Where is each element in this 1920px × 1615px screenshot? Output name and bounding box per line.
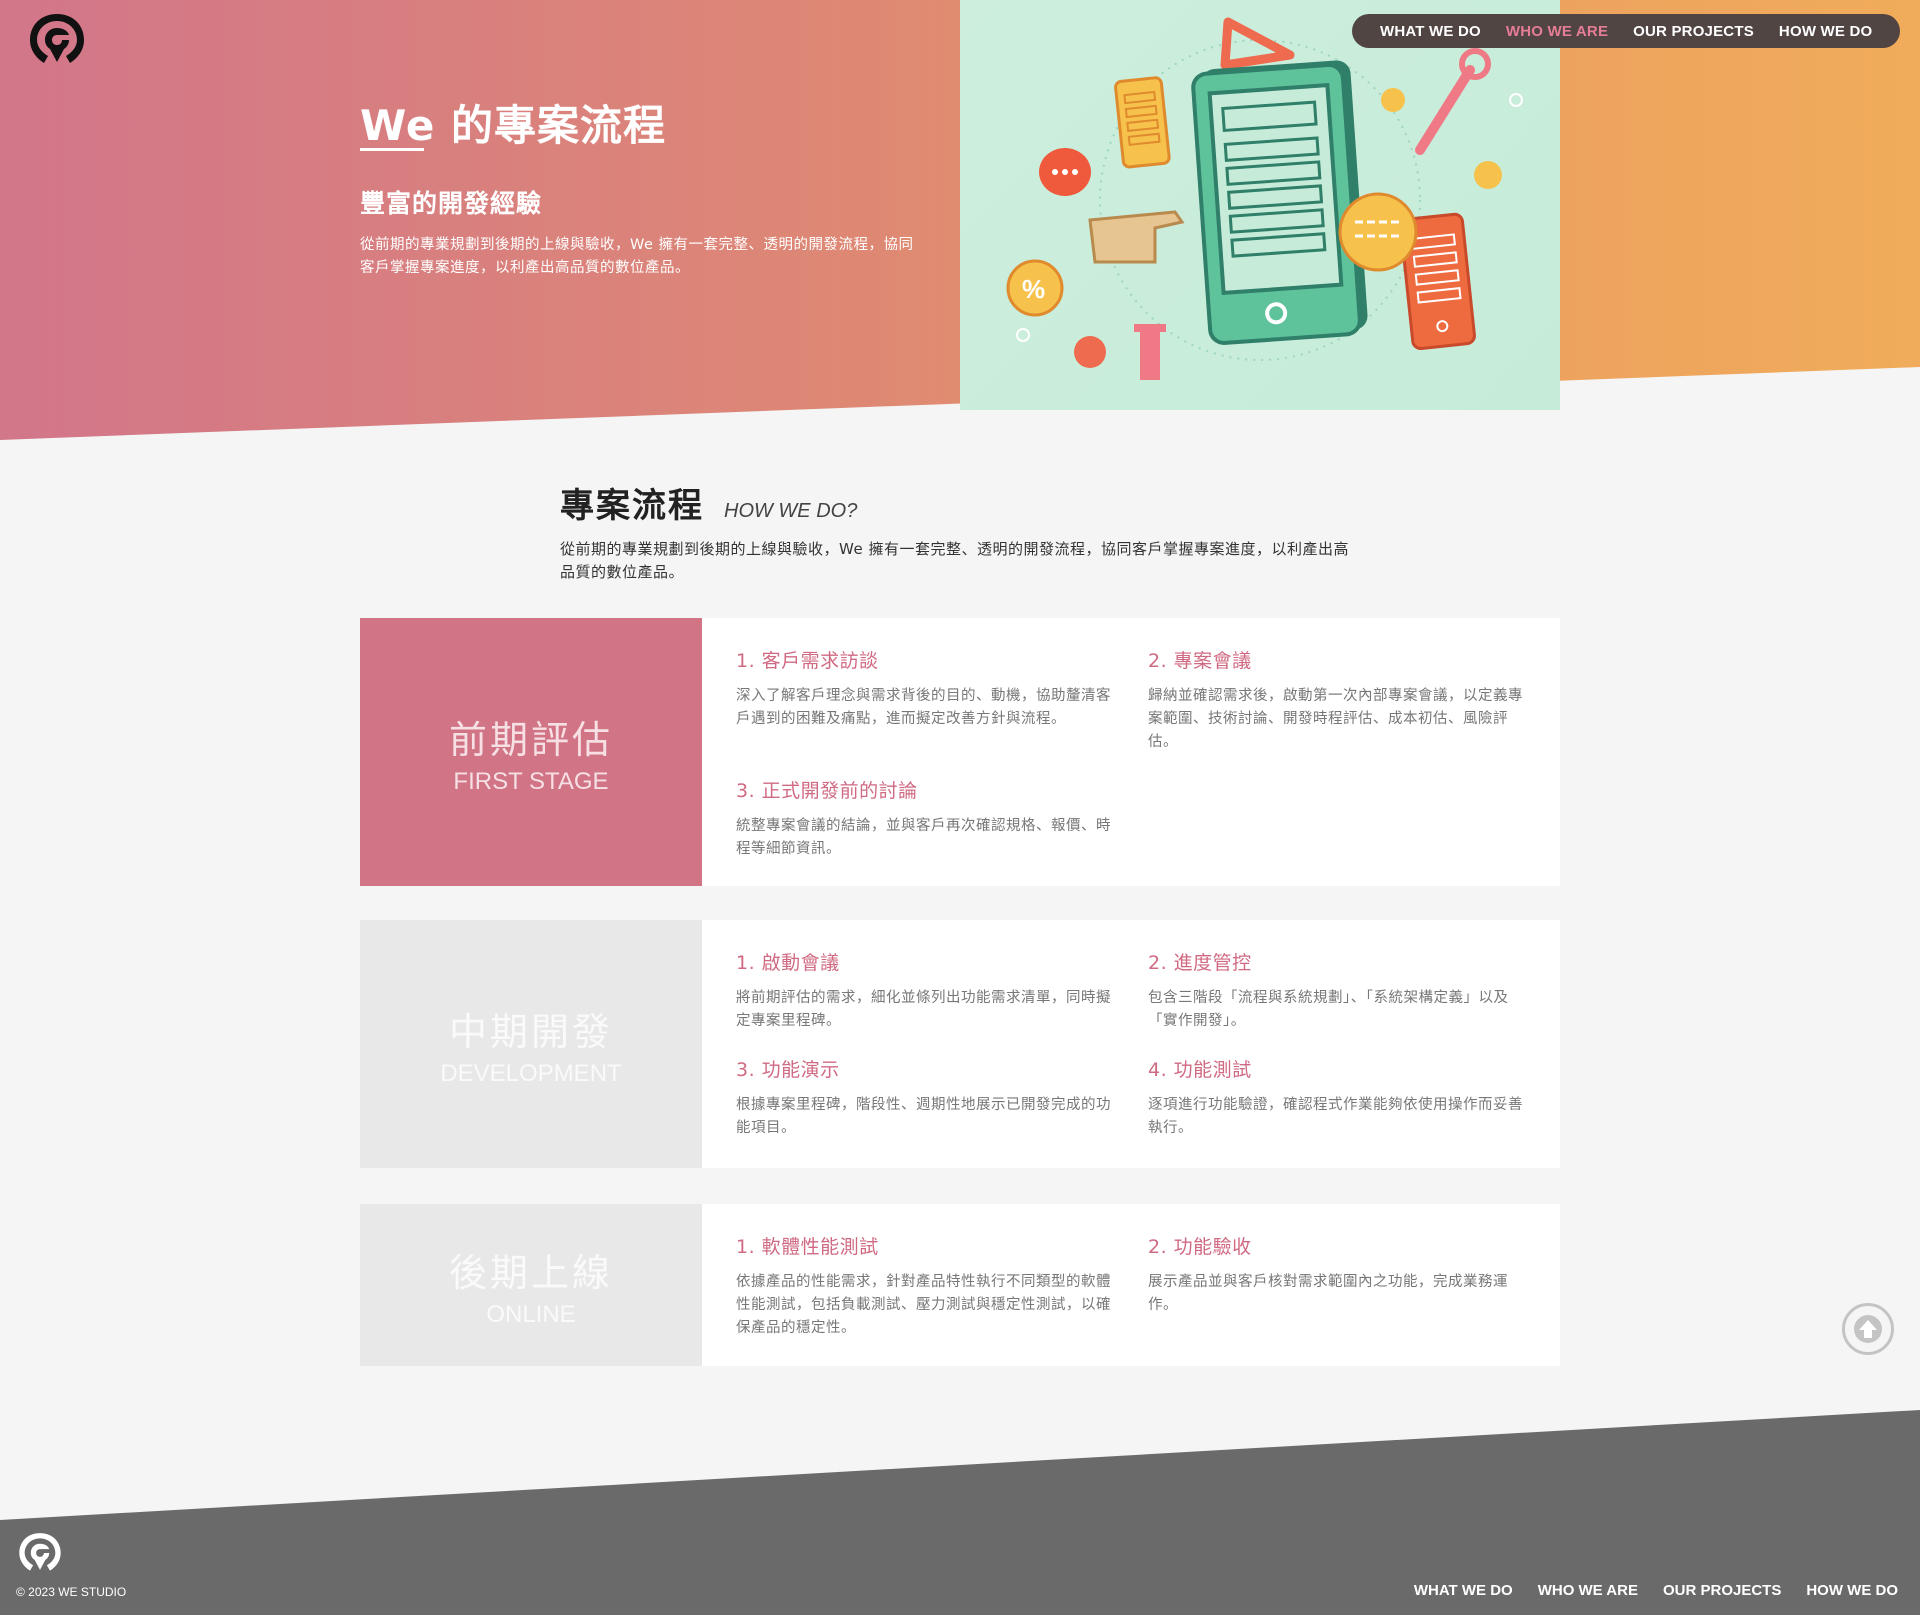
stage-label-development[interactable]: 中期開發 DEVELOPMENT xyxy=(360,920,702,1168)
step-title: 2. 專案會議 xyxy=(1148,650,1252,672)
hero-title-underline xyxy=(360,148,424,151)
stage-title-zh: 中期開發 xyxy=(448,1009,613,1054)
nav-what-we-do[interactable]: WHAT WE DO xyxy=(1380,23,1481,40)
step-item: 2. 專案會議 歸納並確認需求後，啟動第一次內部專案會議，以定義專案範圍、技術討… xyxy=(1148,646,1526,754)
step-title: 2. 進度管控 xyxy=(1148,952,1252,974)
step-title: 3. 功能演示 xyxy=(736,1059,840,1081)
arrow-up-icon xyxy=(1854,1315,1882,1343)
stage-title-zh: 後期上線 xyxy=(448,1250,613,1295)
back-to-top-button[interactable] xyxy=(1842,1303,1894,1355)
stage-title-en: DEVELOPMENT xyxy=(440,1059,622,1087)
stage-card-first: 前期評估 FIRST STAGE 1. 客戶需求訪談 深入了解客戶理念與需求背後… xyxy=(360,618,1560,886)
step-description: 根據專案里程碑，階段性、週期性地展示已開發完成的功能項目。 xyxy=(736,1097,1111,1136)
step-description: 深入了解客戶理念與需求背後的目的、動機，協助釐清客戶遇到的困難及痛點，進而擬定改… xyxy=(736,688,1111,727)
step-title: 3. 正式開發前的討論 xyxy=(736,780,918,802)
step-title: 1. 啟動會議 xyxy=(736,952,840,974)
step-description: 逐項進行功能驗證，確認程式作業能夠依使用操作而妥善執行。 xyxy=(1148,1097,1523,1136)
step-title: 1. 軟體性能測試 xyxy=(736,1236,879,1258)
stage-steps: 1. 啟動會議 將前期評估的需求，細化並條列出功能需求清單，同時擬定專案里程碑。… xyxy=(702,920,1560,1168)
step-title: 4. 功能測試 xyxy=(1148,1059,1252,1081)
step-item: 1. 軟體性能測試 依據產品的性能需求，針對產品特性執行不同類型的軟體性能測試，… xyxy=(736,1232,1114,1340)
section-title: 專案流程 xyxy=(560,486,704,526)
footer-copyright: © 2023 WE STUDIO xyxy=(16,1585,127,1599)
footer-nav-what-we-do[interactable]: WHAT WE DO xyxy=(1414,1582,1513,1599)
step-title: 2. 功能驗收 xyxy=(1148,1236,1252,1258)
step-item: 3. 功能演示 根據專案里程碑，階段性、週期性地展示已開發完成的功能項目。 xyxy=(736,1055,1114,1140)
step-item: 3. 正式開發前的討論 統整專案會議的結論，並與客戶再次確認規格、報價、時程等細… xyxy=(736,776,1114,861)
step-description: 展示產品並與客戶核對需求範圍內之功能，完成業務運作。 xyxy=(1148,1274,1508,1313)
hero-illustration: % xyxy=(960,0,1560,410)
stage-label-online[interactable]: 後期上線 ONLINE xyxy=(360,1204,702,1366)
step-item: 1. 啟動會議 將前期評估的需求，細化並條列出功能需求清單，同時擬定專案里程碑。 xyxy=(736,948,1114,1033)
step-description: 歸納並確認需求後，啟動第一次內部專案會議，以定義專案範圍、技術討論、開發時程評估… xyxy=(1148,688,1523,750)
nav-how-we-do[interactable]: HOW WE DO xyxy=(1779,23,1872,40)
top-nav: WHAT WE DO WHO WE ARE OUR PROJECTS HOW W… xyxy=(1352,14,1900,48)
svg-text:%: % xyxy=(1022,274,1045,304)
step-description: 包含三階段「流程與系統規劃」、「系統架構定義」以及「實作開發」。 xyxy=(1148,990,1509,1029)
stage-title-en: FIRST STAGE xyxy=(453,767,609,795)
step-description: 依據產品的性能需求，針對產品特性執行不同類型的軟體性能測試，包括負載測試、壓力測… xyxy=(736,1274,1111,1336)
section-title-en: HOW WE DO? xyxy=(724,500,858,522)
section-heading: 專案流程 HOW WE DO? xyxy=(560,478,857,527)
footer-nav-how-we-do[interactable]: HOW WE DO xyxy=(1806,1582,1898,1599)
step-title: 1. 客戶需求訪談 xyxy=(736,650,879,672)
footer-nav-who-we-are[interactable]: WHO WE ARE xyxy=(1538,1582,1638,1599)
footer-nav-our-projects[interactable]: OUR PROJECTS xyxy=(1663,1582,1781,1599)
step-description: 統整專案會議的結論，並與客戶再次確認規格、報價、時程等細節資訊。 xyxy=(736,818,1111,857)
footer-logo-icon[interactable] xyxy=(16,1530,64,1576)
step-item: 2. 功能驗收 展示產品並與客戶核對需求範圍內之功能，完成業務運作。 xyxy=(1148,1232,1526,1340)
hero-title: We 的專案流程 xyxy=(360,101,666,150)
logo-icon[interactable] xyxy=(26,10,88,70)
stage-card-development: 中期開發 DEVELOPMENT 1. 啟動會議 將前期評估的需求，細化並條列出… xyxy=(360,920,1560,1168)
tablet-illustration-icon: % xyxy=(1006,17,1523,380)
step-item: 2. 進度管控 包含三階段「流程與系統規劃」、「系統架構定義」以及「實作開發」。 xyxy=(1148,948,1526,1033)
footer-nav: WHAT WE DO WHO WE ARE OUR PROJECTS HOW W… xyxy=(1414,1582,1898,1599)
hero-subtitle: 豐富的開發經驗 xyxy=(360,189,543,218)
step-item: 4. 功能測試 逐項進行功能驗證，確認程式作業能夠依使用操作而妥善執行。 xyxy=(1148,1055,1526,1140)
step-item: 1. 客戶需求訪談 深入了解客戶理念與需求背後的目的、動機，協助釐清客戶遇到的困… xyxy=(736,646,1114,754)
stage-title-zh: 前期評估 xyxy=(448,717,613,762)
stage-title-en: ONLINE xyxy=(486,1300,576,1328)
nav-who-we-are[interactable]: WHO WE ARE xyxy=(1506,23,1608,40)
stage-steps: 1. 客戶需求訪談 深入了解客戶理念與需求背後的目的、動機，協助釐清客戶遇到的困… xyxy=(702,618,1560,886)
stage-card-online: 後期上線 ONLINE 1. 軟體性能測試 依據產品的性能需求，針對產品特性執行… xyxy=(360,1204,1560,1366)
section-description: 從前期的專業規劃到後期的上線與驗收，We 擁有一套完整、透明的開發流程，協同客戶… xyxy=(560,540,1349,581)
hero-description: 從前期的專業規劃到後期的上線與驗收，We 擁有一套完整、透明的開發流程，協同客戶… xyxy=(360,237,914,276)
stage-steps: 1. 軟體性能測試 依據產品的性能需求，針對產品特性執行不同類型的軟體性能測試，… xyxy=(702,1204,1560,1366)
step-description: 將前期評估的需求，細化並條列出功能需求清單，同時擬定專案里程碑。 xyxy=(736,990,1111,1029)
nav-our-projects[interactable]: OUR PROJECTS xyxy=(1633,23,1754,40)
stage-label-first[interactable]: 前期評估 FIRST STAGE xyxy=(360,618,702,886)
